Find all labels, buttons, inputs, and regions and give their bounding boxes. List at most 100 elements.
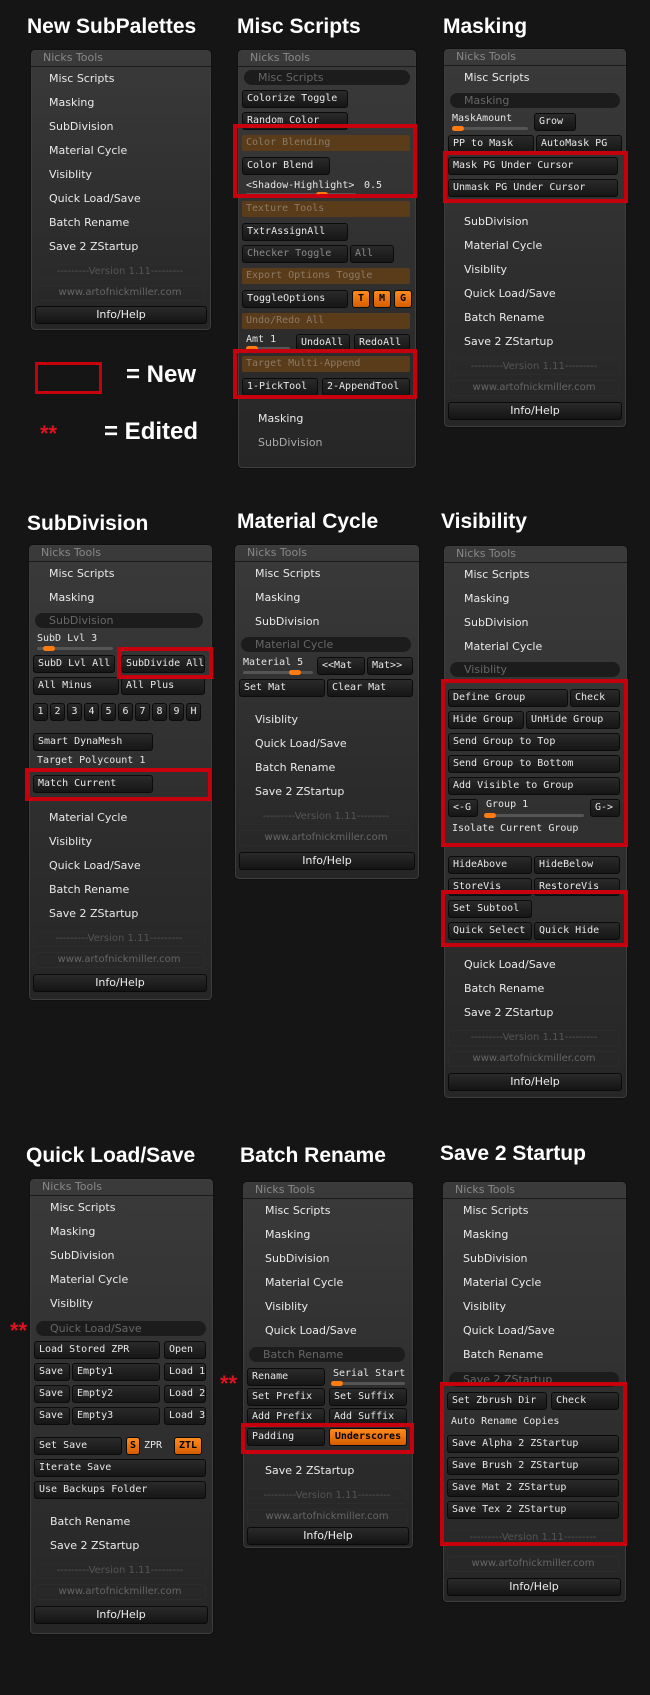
slider-knob[interactable]: [246, 346, 258, 351]
menu-misc-scripts[interactable]: Misc Scripts: [464, 568, 529, 581]
menu-subdivision[interactable]: SubDivision: [50, 1249, 115, 1262]
menu-material-cycle[interactable]: Material Cycle: [464, 640, 542, 653]
txtr-assign-all-button[interactable]: TxtrAssignAll: [242, 223, 348, 241]
menu-batch-rename[interactable]: Batch Rename: [464, 311, 544, 324]
define-group-button[interactable]: Define Group: [448, 689, 568, 707]
menu-misc-scripts[interactable]: Misc Scripts: [255, 567, 320, 580]
menu-batch-rename[interactable]: Batch Rename: [49, 216, 129, 229]
slider-knob[interactable]: [289, 670, 301, 675]
website-link[interactable]: www.artofnickmiller.com: [447, 1556, 619, 1572]
subd-level-7-button[interactable]: 7: [135, 703, 150, 721]
check-button[interactable]: Check: [551, 1392, 619, 1410]
subpalette-visiblity[interactable]: Visiblity: [450, 662, 620, 677]
mask-amount-slider[interactable]: [452, 126, 528, 131]
set-mat-button[interactable]: Set Mat: [239, 679, 325, 697]
menu-subdivision[interactable]: SubDivision: [265, 1252, 330, 1265]
hide-below-button[interactable]: HideBelow: [534, 856, 620, 874]
info-help-button[interactable]: Info/Help: [247, 1527, 409, 1545]
checker-toggle-button[interactable]: Checker Toggle: [242, 245, 348, 263]
slider-knob[interactable]: [484, 813, 496, 818]
menu-masking[interactable]: Masking: [464, 592, 509, 605]
menu-quick-load-save[interactable]: Quick Load/Save: [463, 1324, 555, 1337]
underscores-toggle[interactable]: Underscores: [329, 1428, 407, 1446]
append-tool-button[interactable]: 2-AppendTool: [322, 378, 410, 396]
subpalette-subdivision[interactable]: SubDivision: [35, 613, 203, 628]
subd-level-slider[interactable]: [37, 646, 113, 651]
slider-knob[interactable]: [316, 192, 328, 197]
quick-select-button[interactable]: Quick Select: [448, 922, 532, 940]
iterate-save-button[interactable]: Iterate Save: [34, 1459, 206, 1477]
menu-quick-load-save[interactable]: Quick Load/Save: [49, 859, 141, 872]
menu-visiblity[interactable]: Visiblity: [49, 168, 92, 181]
add-visible-to-group-button[interactable]: Add Visible to Group: [448, 777, 620, 795]
menu-quick-load-save[interactable]: Quick Load/Save: [49, 192, 141, 205]
menu-masking[interactable]: Masking: [265, 1228, 310, 1241]
group-slider[interactable]: [484, 813, 584, 818]
ztl-toggle[interactable]: ZTL: [174, 1437, 202, 1455]
subpalette-quick-load-save[interactable]: Quick Load/Save: [36, 1321, 206, 1336]
g-toggle[interactable]: G: [394, 290, 412, 308]
slider-knob[interactable]: [43, 646, 55, 651]
save-3-button[interactable]: Save: [34, 1407, 70, 1425]
quick-hide-button[interactable]: Quick Hide: [534, 922, 620, 940]
menu-masking[interactable]: Masking: [255, 591, 300, 604]
amount-slider[interactable]: [246, 346, 290, 351]
serial-start-slider[interactable]: [331, 1381, 405, 1386]
subpalette-misc-scripts[interactable]: Misc Scripts: [244, 70, 410, 85]
subpalette-material-cycle[interactable]: Material Cycle: [241, 637, 411, 652]
info-help-button[interactable]: Info/Help: [239, 852, 415, 870]
subd-level-2-button[interactable]: 2: [50, 703, 65, 721]
info-help-button[interactable]: Info/Help: [33, 974, 207, 992]
website-link[interactable]: www.artofnickmiller.com: [34, 1584, 206, 1600]
menu-misc-scripts[interactable]: Misc Scripts: [265, 1204, 330, 1217]
menu-misc-scripts[interactable]: Misc Scripts: [464, 71, 529, 84]
set-save-button[interactable]: Set Save: [34, 1437, 122, 1455]
undo-all-button[interactable]: UndoAll: [296, 334, 350, 352]
set-subtool-button[interactable]: Set Subtool: [448, 900, 532, 918]
empty1-slot[interactable]: Empty1: [72, 1363, 160, 1381]
menu-save-2-zstartup[interactable]: Save 2 ZStartup: [49, 907, 138, 920]
info-help-button[interactable]: Info/Help: [447, 1578, 621, 1596]
check-button[interactable]: Check: [570, 689, 620, 707]
menu-save-2-zstartup[interactable]: Save 2 ZStartup: [49, 240, 138, 253]
next-mat-button[interactable]: Mat>>: [367, 657, 413, 675]
menu-material-cycle[interactable]: Material Cycle: [265, 1276, 343, 1289]
s-toggle[interactable]: S: [126, 1437, 140, 1455]
subd-level-5-button[interactable]: 5: [101, 703, 116, 721]
hide-group-button[interactable]: Hide Group: [448, 711, 524, 729]
info-help-button[interactable]: Info/Help: [448, 402, 622, 420]
mask-pg-under-cursor-button[interactable]: Mask PG Under Cursor: [448, 157, 618, 175]
menu-save-2-zstartup[interactable]: Save 2 ZStartup: [265, 1464, 354, 1477]
menu-subdivision[interactable]: SubDivision: [258, 436, 323, 449]
all-plus-button[interactable]: All Plus: [121, 677, 205, 695]
menu-batch-rename[interactable]: Batch Rename: [463, 1348, 543, 1361]
website-link[interactable]: www.artofnickmiller.com: [448, 380, 620, 396]
subdivide-all-button[interactable]: SubDivide All: [121, 655, 205, 673]
load-2-button[interactable]: Load 2: [164, 1385, 206, 1403]
menu-subdivision[interactable]: SubDivision: [464, 215, 529, 228]
menu-visiblity[interactable]: Visiblity: [50, 1297, 93, 1310]
automask-pg-button[interactable]: AutoMask PG: [536, 135, 622, 153]
store-vis-button[interactable]: StoreVis: [448, 878, 532, 896]
website-link[interactable]: www.artofnickmiller.com: [448, 1051, 620, 1067]
subd-level-8-button[interactable]: 8: [152, 703, 167, 721]
random-color-button[interactable]: Random Color: [242, 112, 348, 130]
menu-subdivision[interactable]: SubDivision: [255, 615, 320, 628]
menu-batch-rename[interactable]: Batch Rename: [255, 761, 335, 774]
save-2-button[interactable]: Save: [34, 1385, 70, 1403]
set-prefix-button[interactable]: Set Prefix: [247, 1388, 325, 1406]
save-tex-button[interactable]: Save Tex 2 ZStartup: [447, 1501, 619, 1519]
pick-tool-button[interactable]: 1-PickTool: [242, 378, 318, 396]
menu-visiblity[interactable]: Visiblity: [463, 1300, 506, 1313]
menu-visiblity[interactable]: Visiblity: [49, 835, 92, 848]
save-1-button[interactable]: Save: [34, 1363, 70, 1381]
menu-material-cycle[interactable]: Material Cycle: [50, 1273, 128, 1286]
subpalette-masking[interactable]: Masking: [450, 93, 620, 108]
menu-masking[interactable]: Masking: [258, 412, 303, 425]
menu-misc-scripts[interactable]: Misc Scripts: [49, 72, 114, 85]
menu-misc-scripts[interactable]: Misc Scripts: [463, 1204, 528, 1217]
rename-button[interactable]: Rename: [247, 1368, 325, 1386]
info-help-button[interactable]: Info/Help: [35, 306, 207, 324]
auto-rename-copies-button[interactable]: Auto Rename Copies: [451, 1416, 559, 1427]
all-minus-button[interactable]: All Minus: [33, 677, 119, 695]
